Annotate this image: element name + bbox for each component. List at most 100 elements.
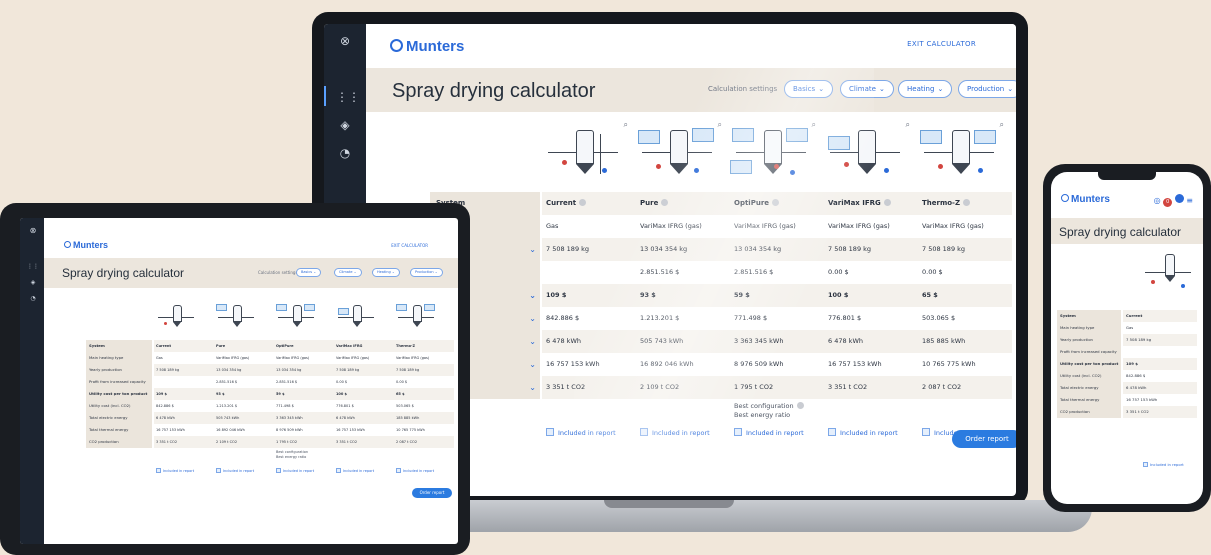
- diagram-thermo-z[interactable]: ⌕: [918, 120, 1004, 184]
- device-mockup-stage: ⊗ ⋮⋮ ◈ ◔ Munters EXIT CALCULATOR Spray d…: [0, 0, 1211, 555]
- table-cell: 13 034 354 kg: [216, 368, 242, 372]
- row-label-production[interactable]: Yearly production: [1057, 334, 1121, 346]
- table-cell: [1123, 346, 1197, 358]
- diagram-varimax[interactable]: ⌕: [824, 120, 910, 184]
- tablet-title-bar: Spray drying calculator Calculation sett…: [44, 258, 458, 288]
- table-cell: 65 $: [922, 291, 938, 299]
- tablet-exit-calculator-button[interactable]: EXIT CALCULATOR: [391, 243, 428, 248]
- table-cell: 2.851.516 $: [640, 268, 680, 276]
- table-cell: VariMax IFRG (gas): [734, 222, 796, 230]
- settings-icon[interactable]: ◎: [1154, 196, 1161, 205]
- column-header-optipure: OptiPure: [276, 344, 294, 348]
- table-cell: [154, 376, 214, 388]
- phone-include-checkbox-current[interactable]: Included in report: [1143, 462, 1184, 467]
- tablet-order-report-button[interactable]: Order report: [412, 488, 452, 498]
- table-cell: 842.886 $: [1126, 373, 1146, 378]
- top-bar: Munters EXIT CALCULATOR: [366, 24, 1016, 68]
- grid-icon[interactable]: ⋮⋮: [336, 88, 360, 106]
- info-icon: [772, 199, 780, 206]
- include-checkbox-pure[interactable]: Included in report: [640, 428, 710, 437]
- diagram-optipure[interactable]: ⌕: [730, 120, 816, 184]
- include-checkbox-optipure[interactable]: Included in report: [734, 428, 804, 437]
- diagram-current[interactable]: ⌕: [542, 120, 628, 184]
- row-label-thermal[interactable]: Total thermal energy: [86, 424, 152, 436]
- row-label-cost-per-ton[interactable]: Utility cost per ton product: [1057, 358, 1121, 370]
- column-header-current: Current: [542, 192, 636, 215]
- table-cell: 0.00 $: [828, 268, 849, 276]
- table-row-thermal: 16 757 153 kWh 16 892 046 kWh 8 976 509 …: [542, 353, 1012, 376]
- avatar[interactable]: [1174, 194, 1184, 203]
- phone-header-actions: ◎ 0 ≡: [1154, 194, 1193, 207]
- tablet-diagram-current[interactable]: [156, 302, 196, 336]
- row-label-electric[interactable]: Total electric energy: [1057, 382, 1121, 394]
- table-cell: 7 508 189 kg: [828, 245, 872, 253]
- include-checkbox-current[interactable]: Included in report: [546, 428, 616, 437]
- row-label-production[interactable]: Yearly production: [86, 364, 152, 376]
- include-checkbox-current[interactable]: Included in report: [156, 468, 194, 473]
- zoom-icon[interactable]: ⌕: [812, 120, 816, 130]
- table-cell: 93 $: [640, 291, 656, 299]
- row-label-heating: Main heating type: [1060, 325, 1095, 330]
- power-icon[interactable]: ◔: [336, 144, 354, 162]
- chip-production[interactable]: Production ⌄: [958, 80, 1016, 98]
- chip-climate[interactable]: Climate ⌄: [840, 80, 894, 98]
- munters-logo-icon[interactable]: ⊗: [336, 32, 354, 50]
- table-cell: 3 363 345 kWh: [734, 337, 784, 345]
- chip-basics[interactable]: Basics ⌄: [784, 80, 834, 98]
- column-header-thermo-z: Thermo-Z: [396, 344, 416, 348]
- tablet-chip-heating[interactable]: Heating ⌄: [372, 268, 400, 277]
- table-cell: 16 757 153 kWh: [546, 360, 600, 368]
- shield-icon[interactable]: ◈: [336, 116, 354, 134]
- include-checkbox-thermo-z[interactable]: Included in report: [396, 468, 434, 473]
- row-label-cost-incl[interactable]: Utility cost (incl. CO2): [1057, 370, 1121, 382]
- table-row-production: 7 508 189 kg 13 034 354 kg 13 034 354 kg…: [542, 238, 1012, 261]
- exit-calculator-button[interactable]: EXIT CALCULATOR: [907, 40, 976, 48]
- tablet-diagram-optipure[interactable]: [276, 302, 316, 336]
- table-cell: 6 478 kWh: [336, 416, 355, 420]
- table-cell: 1 795 t CO2: [276, 440, 298, 444]
- phone-diagram-current[interactable]: [1143, 250, 1193, 300]
- row-label-co2[interactable]: CO2 production: [1057, 406, 1121, 418]
- include-checkbox-pure[interactable]: Included in report: [216, 468, 254, 473]
- order-report-button[interactable]: Order report: [952, 430, 1016, 448]
- chevron-down-icon: ⌄: [529, 245, 536, 254]
- zoom-icon[interactable]: ⌕: [624, 120, 628, 130]
- tablet-chip-basics[interactable]: Basics ⌄: [296, 268, 322, 277]
- phone-brand-logo[interactable]: Munters: [1061, 194, 1110, 205]
- chip-heating[interactable]: Heating ⌄: [898, 80, 953, 98]
- munters-logo-icon[interactable]: ⊗: [24, 222, 42, 240]
- tablet-chip-production[interactable]: Production ⌄: [410, 268, 443, 277]
- include-checkbox-optipure[interactable]: Included in report: [276, 468, 314, 473]
- table-cell: 10 765 775 kWh: [396, 428, 425, 432]
- power-icon[interactable]: ◔: [24, 290, 42, 308]
- tablet-screen: ⊗ ⋮⋮ ◈ ◔ Munters EXIT CALCULATOR Spray d…: [20, 218, 458, 544]
- table-cell: 2.851.516 $: [276, 380, 298, 384]
- tablet-table-cells: Current Pure OptiPure VariMax IFRG Therm…: [154, 340, 454, 473]
- table-cell: 7 508 189 kg: [396, 368, 420, 372]
- tablet-chip-climate[interactable]: Climate ⌄: [334, 268, 362, 277]
- table-cell: 2.851.516 $: [216, 380, 238, 384]
- column-header-pure: Pure: [216, 344, 226, 348]
- include-checkbox-varimax[interactable]: Included in report: [828, 428, 898, 437]
- notification-badge[interactable]: 0: [1163, 198, 1173, 207]
- tablet-brand-logo[interactable]: Munters: [64, 240, 108, 250]
- include-checkbox-varimax[interactable]: Included in report: [336, 468, 374, 473]
- tablet-diagram-thermo-z[interactable]: [396, 302, 436, 336]
- tablet-diagram-pure[interactable]: [216, 302, 256, 336]
- zoom-icon[interactable]: ⌕: [906, 120, 910, 130]
- brand-logo[interactable]: Munters: [390, 38, 464, 55]
- row-label-cost-incl[interactable]: Utility cost (incl. CO2): [86, 400, 152, 412]
- title-bar: Spray drying calculator Calculation sett…: [366, 68, 1016, 112]
- menu-icon[interactable]: ≡: [1186, 196, 1193, 205]
- row-label-co2[interactable]: CO2 production: [86, 436, 152, 448]
- table-cell: 13 034 354 kg: [276, 368, 302, 372]
- row-label-electric[interactable]: Total electric energy: [86, 412, 152, 424]
- table-cell: 842.886 $: [156, 404, 174, 408]
- tablet-diagram-varimax[interactable]: [336, 302, 376, 336]
- zoom-icon[interactable]: ⌕: [718, 120, 722, 130]
- zoom-icon[interactable]: ⌕: [1000, 120, 1004, 130]
- table-row-heating: Gas VariMax IFRG (gas) VariMax IFRG (gas…: [542, 215, 1012, 238]
- diagram-pure[interactable]: ⌕: [636, 120, 722, 184]
- row-label-thermal[interactable]: Total thermal energy: [1057, 394, 1121, 406]
- row-label-cost-per-ton[interactable]: Utility cost per ton product: [86, 388, 152, 400]
